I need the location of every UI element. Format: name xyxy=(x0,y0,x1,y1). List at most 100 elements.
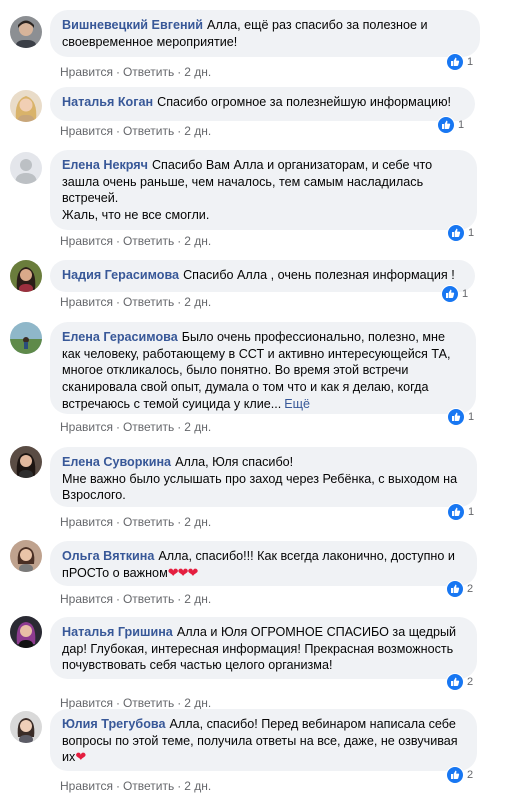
timestamp[interactable]: 2 дн. xyxy=(184,515,211,529)
like-link[interactable]: Нравится xyxy=(60,65,113,79)
reply-link[interactable]: Ответить xyxy=(123,234,174,248)
comment-actions: Нравится · Ответить · 2 дн. xyxy=(60,779,211,793)
avatar[interactable] xyxy=(10,260,42,292)
like-icon xyxy=(446,766,464,784)
reply-link[interactable]: Ответить xyxy=(123,124,174,138)
timestamp[interactable]: 2 дн. xyxy=(184,234,211,248)
separator: · xyxy=(177,65,182,79)
timestamp[interactable]: 2 дн. xyxy=(184,592,211,606)
comment-bubble: Ольга Вяткина Алла, спасибо!!! Как всегда… xyxy=(50,541,477,586)
reply-link[interactable]: Ответить xyxy=(123,592,174,606)
comment-actions: Нравится · Ответить · 2 дн. xyxy=(60,295,211,309)
like-link[interactable]: Нравится xyxy=(60,234,113,248)
comment-author[interactable]: Наталья Коган xyxy=(62,95,153,109)
comment-actions: Нравится · Ответить · 2 дн. xyxy=(60,515,211,529)
separator: · xyxy=(177,779,182,793)
comment-actions: Нравится · Ответить · 2 дн. xyxy=(60,696,211,710)
like-icon xyxy=(446,673,464,691)
like-link[interactable]: Нравится xyxy=(60,592,113,606)
like-count: 1 xyxy=(468,227,475,239)
timestamp[interactable]: 2 дн. xyxy=(184,65,211,79)
like-count: 2 xyxy=(467,676,474,688)
comment-author[interactable]: Елена Суворкина xyxy=(62,455,171,469)
reply-link[interactable]: Ответить xyxy=(123,696,174,710)
timestamp[interactable]: 2 дн. xyxy=(184,779,211,793)
comment-text: Спасибо огромное за полезнейшую информац… xyxy=(157,95,452,109)
reply-link[interactable]: Ответить xyxy=(123,779,174,793)
avatar[interactable] xyxy=(10,711,42,743)
separator: · xyxy=(115,234,120,248)
comment-bubble: Наталья Гришина Алла и Юля ОГРОМНОЕ СПАСИ… xyxy=(50,617,477,679)
comment-author[interactable]: Ольга Вяткина xyxy=(62,549,154,563)
separator: · xyxy=(177,696,182,710)
comment-actions: Нравится · Ответить · 2 дн. xyxy=(60,124,211,138)
like-count: 1 xyxy=(458,119,465,131)
reaction-count[interactable]: 1 xyxy=(447,223,474,243)
see-more-link[interactable]: Ещё xyxy=(284,397,310,411)
like-count: 2 xyxy=(467,583,474,595)
avatar[interactable] xyxy=(10,152,42,184)
comment-author[interactable]: Наталья Гришина xyxy=(62,625,173,639)
reaction-count[interactable]: 2 xyxy=(446,672,473,692)
comment-actions: Нравится · Ответить · 2 дн. xyxy=(60,234,211,248)
avatar[interactable] xyxy=(10,322,42,354)
avatar[interactable] xyxy=(10,90,42,122)
reply-link[interactable]: Ответить xyxy=(123,295,174,309)
heart-emoji: ❤❤❤ xyxy=(167,564,199,580)
avatar[interactable] xyxy=(10,540,42,572)
comment-actions: Нравится · Ответить · 2 дн. xyxy=(60,420,211,434)
timestamp[interactable]: 2 дн. xyxy=(184,295,211,309)
like-link[interactable]: Нравится xyxy=(60,295,113,309)
comment-actions: Нравится · Ответить · 2 дн. xyxy=(60,65,211,79)
comment-bubble: Елена Суворкина Алла, Юля спасибо! Мне ва… xyxy=(50,447,477,507)
like-link[interactable]: Нравится xyxy=(60,779,113,793)
like-icon xyxy=(447,224,465,242)
avatar[interactable] xyxy=(10,446,42,478)
separator: · xyxy=(177,420,182,434)
reaction-count[interactable]: 2 xyxy=(446,765,473,785)
reaction-count[interactable]: 1 xyxy=(447,407,474,427)
like-count: 1 xyxy=(467,56,474,68)
comment-text: Спасибо Алла , очень полезная информация… xyxy=(183,268,455,282)
separator: · xyxy=(115,124,120,138)
like-count: 1 xyxy=(462,288,469,300)
reaction-count[interactable]: 1 xyxy=(447,502,474,522)
reply-link[interactable]: Ответить xyxy=(123,420,174,434)
timestamp[interactable]: 2 дн. xyxy=(184,124,211,138)
reaction-count[interactable]: 2 xyxy=(446,579,473,599)
comment-actions: Нравится · Ответить · 2 дн. xyxy=(60,592,211,606)
heart-emoji: ❤ xyxy=(75,749,86,765)
like-count: 2 xyxy=(467,769,474,781)
like-icon xyxy=(446,53,464,71)
avatar[interactable] xyxy=(10,16,42,48)
comment-author[interactable]: Юлия Трегубова xyxy=(62,717,165,731)
separator: · xyxy=(177,124,182,138)
reply-link[interactable]: Ответить xyxy=(123,65,174,79)
reaction-count[interactable]: 1 xyxy=(437,115,464,135)
separator: · xyxy=(115,420,120,434)
comment-author[interactable]: Надия Герасимова xyxy=(62,268,179,282)
reply-link[interactable]: Ответить xyxy=(123,515,174,529)
separator: · xyxy=(115,295,120,309)
comments-feed: Вишневецкий Евгений Алла, ещё раз спасибо… xyxy=(0,0,515,801)
separator: · xyxy=(115,696,120,710)
like-link[interactable]: Нравится xyxy=(60,515,113,529)
comment-author[interactable]: Вишневецкий Евгений xyxy=(62,18,203,32)
separator: · xyxy=(115,65,120,79)
like-count: 1 xyxy=(468,411,475,423)
reaction-count[interactable]: 1 xyxy=(446,52,473,72)
reaction-count[interactable]: 1 xyxy=(441,284,468,304)
comment-bubble: Елена Некряч Спасибо Вам Алла и организат… xyxy=(50,150,477,230)
like-link[interactable]: Нравится xyxy=(60,420,113,434)
separator: · xyxy=(115,779,120,793)
avatar[interactable] xyxy=(10,616,42,648)
comment-bubble: Юлия Трегубова Алла, спасибо! Перед вебин… xyxy=(50,709,477,771)
timestamp[interactable]: 2 дн. xyxy=(184,696,211,710)
like-link[interactable]: Нравится xyxy=(60,696,113,710)
like-count: 1 xyxy=(468,506,475,518)
separator: · xyxy=(115,515,120,529)
timestamp[interactable]: 2 дн. xyxy=(184,420,211,434)
comment-author[interactable]: Елена Герасимова xyxy=(62,330,178,344)
comment-author[interactable]: Елена Некряч xyxy=(62,158,148,172)
like-link[interactable]: Нравится xyxy=(60,124,113,138)
